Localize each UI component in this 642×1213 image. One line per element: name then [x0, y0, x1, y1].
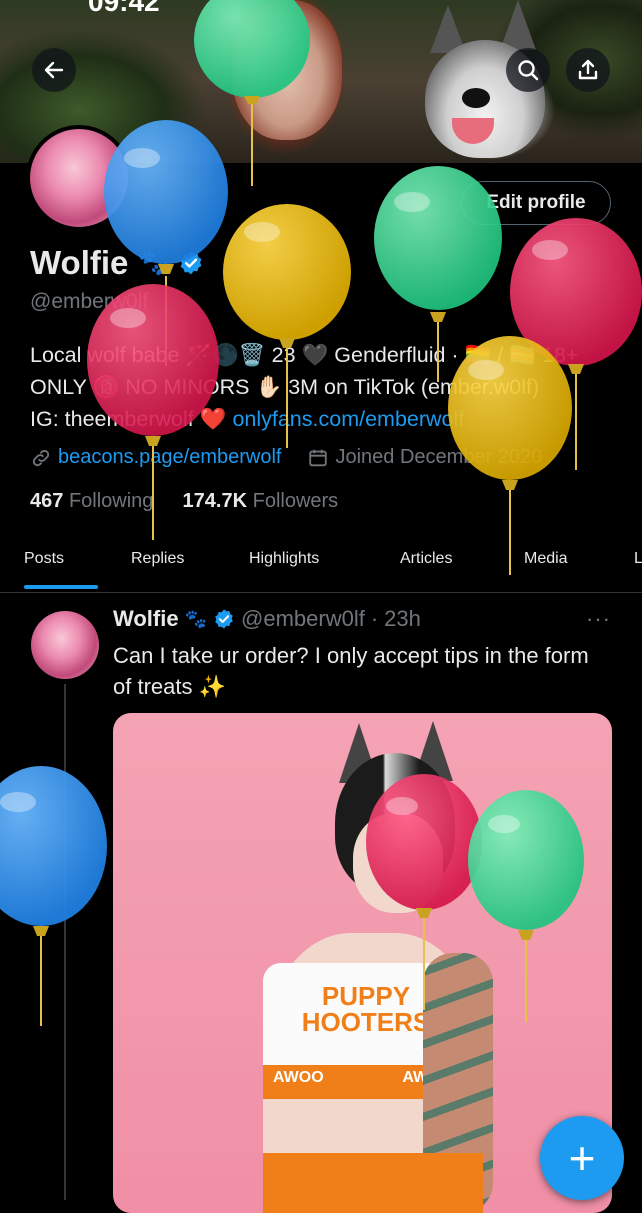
- following-count: 467: [30, 490, 64, 512]
- thread-line: [64, 684, 66, 1200]
- arrow-left-icon: [44, 61, 64, 79]
- paw-emoji: 🐾: [184, 608, 208, 629]
- tweet-separator: ·: [370, 606, 379, 631]
- status-time: 09:42: [88, 0, 160, 17]
- edit-profile-button[interactable]: Edit profile: [461, 181, 611, 225]
- search-button[interactable]: [506, 48, 550, 92]
- paw-emoji: 🐾: [138, 249, 169, 277]
- share-button[interactable]: [566, 48, 610, 92]
- joined-date: Joined December 2020: [335, 446, 543, 468]
- profile-avatar[interactable]: [26, 125, 132, 231]
- following-link[interactable]: 467 Following: [30, 490, 153, 512]
- active-tab-indicator: [24, 585, 98, 589]
- more-options-button[interactable]: ···: [586, 606, 611, 632]
- tweet-header: Wolfie 🐾 @emberw0lf · 23h: [113, 606, 421, 632]
- profile-handle: @emberw0lf: [30, 290, 149, 313]
- profile-meta: beacons.page/emberwolf Joined December 2…: [30, 446, 542, 469]
- tweet-media-image[interactable]: PUPPY HOOTERS AWOO AWOO: [113, 713, 612, 1213]
- profile-name: Wolfie 🐾: [30, 244, 204, 282]
- verified-badge-icon: [215, 609, 233, 629]
- followers-label: Followers: [252, 490, 339, 512]
- follow-counts: 467 Following 174.7K Followers: [30, 490, 338, 513]
- back-button[interactable]: [32, 48, 76, 92]
- bio-line: IG: theemberwolf ❤️ onlyfans.com/emberwo…: [30, 403, 630, 435]
- bio-link[interactable]: onlyfans.com/emberwolf: [232, 407, 464, 431]
- banner-dog-nose: [462, 88, 490, 108]
- followers-count: 174.7K: [182, 490, 248, 512]
- tab-highlights[interactable]: Highlights: [249, 532, 319, 586]
- bio-line: ONLY 🔞 NO MINORS ✋🏻 3M on TikTok (ember.…: [30, 375, 540, 399]
- share-icon: [578, 59, 598, 80]
- verified-badge-icon[interactable]: [178, 250, 204, 276]
- bio-text: IG: theemberwolf ❤️: [30, 407, 233, 431]
- profile-name-text: Wolfie: [30, 244, 129, 281]
- tweet-text: Can I take ur order? I only accept tips …: [113, 643, 589, 699]
- tab-likes[interactable]: L: [634, 532, 642, 586]
- divider: [0, 592, 642, 593]
- tab-replies[interactable]: Replies: [131, 532, 184, 586]
- followers-link[interactable]: 174.7K Followers: [183, 490, 339, 512]
- website-link[interactable]: beacons.page/emberwolf: [58, 446, 281, 469]
- calendar-icon: [309, 449, 328, 466]
- media-face: [353, 813, 443, 913]
- following-label: Following: [68, 490, 154, 512]
- balloon-icon: [0, 766, 107, 1026]
- tweet-avatar[interactable]: [31, 611, 99, 679]
- link-icon: [32, 449, 50, 466]
- banner-person: [232, 0, 342, 140]
- media-band-left: AWOO: [273, 1069, 324, 1086]
- tab-articles[interactable]: Articles: [400, 532, 452, 586]
- bio-line: Local wolf babe 🪄🌑🗑️ 23 🖤 Genderfluid · …: [30, 343, 579, 367]
- media-shorts: [263, 1153, 483, 1213]
- profile-bio: Local wolf babe 🪄🌑🗑️ 23 🖤 Genderfluid · …: [30, 339, 630, 435]
- tweet-author-handle[interactable]: @emberw0lf: [241, 606, 365, 632]
- tab-media[interactable]: Media: [524, 532, 568, 586]
- tweet-time[interactable]: 23h: [384, 606, 421, 632]
- tab-posts[interactable]: Posts: [24, 532, 64, 586]
- banner-dog-ear: [500, 0, 536, 50]
- compose-button[interactable]: +: [540, 1116, 624, 1200]
- search-icon: [518, 60, 539, 81]
- tweet-author-name[interactable]: Wolfie: [113, 606, 179, 632]
